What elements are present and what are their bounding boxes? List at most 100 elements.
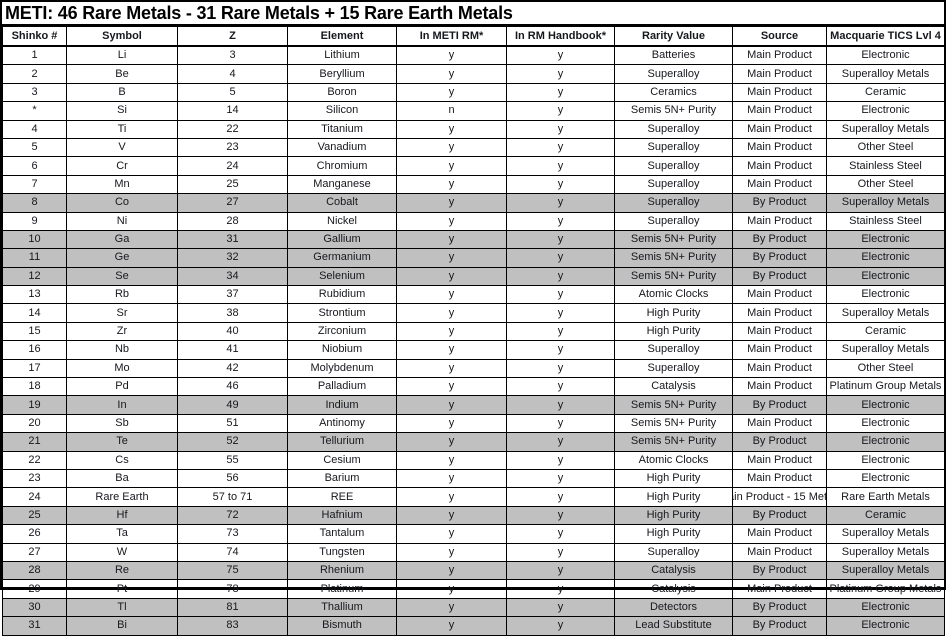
cell-in-meti-rm[interactable]: y [396, 413, 507, 434]
table-row[interactable]: * Si 14 Silicon n y Semis 5N+ Purity Main Produ… [2, 101, 945, 121]
table-row[interactable]: 21 Te 52 Tellurium y y Semis 5N+ Purity By Prod… [2, 432, 945, 452]
cell-source[interactable]: Main Product [732, 524, 827, 544]
cell-rarity-value[interactable]: Semis 5N+ Purity [614, 395, 733, 415]
cell-macquarie-tics[interactable]: Superalloy Metals [826, 560, 945, 581]
cell-element[interactable]: Platinum [287, 579, 397, 599]
table-row[interactable]: 15 Zr 40 Zirconium y y High Purity Main Product… [2, 321, 945, 342]
cell-rarity-value[interactable]: Catalysis [614, 560, 733, 581]
cell-in-meti-rm[interactable]: y [396, 616, 507, 636]
cell-in-rm-handbook[interactable]: y [506, 82, 615, 103]
cell-in-rm-handbook[interactable]: y [506, 211, 615, 231]
cell-macquarie-tics[interactable]: Electronic [826, 248, 945, 268]
table-row[interactable]: 7 Mn 25 Manganese y y Superalloy Main Product Ot… [2, 174, 945, 195]
cell-z[interactable]: 34 [177, 266, 288, 287]
cell-z[interactable]: 74 [177, 542, 288, 562]
cell-in-meti-rm[interactable]: y [396, 505, 507, 526]
cell-rarity-value[interactable]: Superalloy [614, 137, 733, 158]
cell-in-rm-handbook[interactable]: y [506, 468, 615, 489]
cell-element[interactable]: Palladium [287, 377, 397, 397]
cell-source[interactable]: Main Product - 15 Metals [732, 487, 827, 507]
cell-in-meti-rm[interactable]: y [396, 229, 507, 250]
column-header-source[interactable]: Source [732, 26, 827, 47]
cell-element[interactable]: Bismuth [287, 616, 397, 636]
cell-source[interactable]: Main Product [732, 468, 827, 489]
cell-source[interactable]: Main Product [732, 321, 827, 342]
cell-in-meti-rm[interactable]: y [396, 450, 507, 470]
cell-symbol[interactable]: V [66, 137, 178, 158]
cell-element[interactable]: Thallium [287, 597, 397, 618]
cell-source[interactable]: By Product [732, 616, 827, 636]
cell-rarity-value[interactable]: High Purity [614, 321, 733, 342]
cell-rarity-value[interactable]: High Purity [614, 468, 733, 489]
cell-macquarie-tics[interactable]: Other Steel [826, 174, 945, 195]
cell-element[interactable]: Titanium [287, 119, 397, 139]
cell-macquarie-tics[interactable]: Platinum Group Metals [826, 579, 945, 599]
cell-source[interactable]: Main Product [732, 119, 827, 139]
cell-shinko[interactable]: 22 [2, 450, 67, 470]
cell-in-meti-rm[interactable]: y [396, 248, 507, 268]
cell-symbol[interactable]: Bi [66, 616, 178, 636]
cell-in-rm-handbook[interactable]: y [506, 193, 615, 213]
cell-shinko[interactable]: 16 [2, 340, 67, 360]
cell-symbol[interactable]: Ni [66, 211, 178, 231]
cell-symbol[interactable]: Pt [66, 579, 178, 599]
cell-rarity-value[interactable]: Semis 5N+ Purity [614, 248, 733, 268]
cell-shinko[interactable]: 18 [2, 377, 67, 397]
cell-rarity-value[interactable]: Detectors [614, 597, 733, 618]
cell-rarity-value[interactable]: Superalloy [614, 211, 733, 231]
cell-source[interactable]: By Product [732, 266, 827, 287]
cell-in-meti-rm[interactable]: y [396, 487, 507, 507]
cell-in-rm-handbook[interactable]: y [506, 413, 615, 434]
cell-z[interactable]: 75 [177, 560, 288, 581]
cell-in-meti-rm[interactable]: y [396, 377, 507, 397]
cell-source[interactable]: Main Product [732, 82, 827, 103]
cell-shinko[interactable]: 9 [2, 211, 67, 231]
cell-element[interactable]: Tantalum [287, 524, 397, 544]
cell-in-rm-handbook[interactable]: y [506, 174, 615, 195]
cell-macquarie-tics[interactable]: Superalloy Metals [826, 193, 945, 213]
cell-in-meti-rm[interactable]: y [396, 266, 507, 287]
cell-in-rm-handbook[interactable]: y [506, 579, 615, 599]
cell-symbol[interactable]: Rb [66, 285, 178, 305]
cell-macquarie-tics[interactable]: Electronic [826, 597, 945, 618]
cell-z[interactable]: 28 [177, 211, 288, 231]
cell-symbol[interactable]: Pd [66, 377, 178, 397]
cell-macquarie-tics[interactable]: Superalloy Metals [826, 524, 945, 544]
cell-source[interactable]: By Product [732, 395, 827, 415]
cell-rarity-value[interactable]: Superalloy [614, 340, 733, 360]
cell-element[interactable]: Molybdenum [287, 358, 397, 379]
table-row[interactable]: 22 Cs 55 Cesium y y Atomic Clocks Main Product E… [2, 450, 945, 470]
table-row[interactable]: 20 Sb 51 Antinomy y y Semis 5N+ Purity Main Pro… [2, 413, 945, 434]
cell-element[interactable]: Niobium [287, 340, 397, 360]
table-row[interactable]: 27 W 74 Tungsten y y Superalloy Main Product Sup… [2, 542, 945, 562]
cell-rarity-value[interactable]: Superalloy [614, 358, 733, 379]
cell-element[interactable]: Vanadium [287, 137, 397, 158]
column-header-rarity-value[interactable]: Rarity Value [614, 26, 733, 47]
cell-in-meti-rm[interactable]: y [396, 303, 507, 323]
cell-symbol[interactable]: Rare Earth [66, 487, 178, 507]
cell-symbol[interactable]: Mo [66, 358, 178, 379]
cell-in-rm-handbook[interactable]: y [506, 137, 615, 158]
cell-macquarie-tics[interactable]: Superalloy Metals [826, 119, 945, 139]
cell-macquarie-tics[interactable]: Electronic [826, 616, 945, 636]
cell-z[interactable]: 14 [177, 101, 288, 121]
cell-z[interactable]: 40 [177, 321, 288, 342]
table-row[interactable]: 14 Sr 38 Strontium y y High Purity Main Product… [2, 303, 945, 323]
cell-macquarie-tics[interactable]: Electronic [826, 432, 945, 452]
cell-macquarie-tics[interactable]: Superalloy Metals [826, 542, 945, 562]
table-row[interactable]: 24Rare Earth57 to 71REEyyHigh PurityMain… [2, 487, 945, 507]
cell-symbol[interactable]: Ba [66, 468, 178, 489]
table-row[interactable]: 6 Cr 24 Chromium y y Superalloy Main Product Sta… [2, 156, 945, 176]
cell-symbol[interactable]: Be [66, 64, 178, 84]
cell-source[interactable]: Main Product [732, 450, 827, 470]
cell-macquarie-tics[interactable]: Rare Earth Metals [826, 487, 945, 507]
cell-in-rm-handbook[interactable]: y [506, 395, 615, 415]
cell-in-rm-handbook[interactable]: y [506, 505, 615, 526]
cell-rarity-value[interactable]: Semis 5N+ Purity [614, 413, 733, 434]
cell-macquarie-tics[interactable]: Electronic [826, 101, 945, 121]
cell-in-rm-handbook[interactable]: y [506, 156, 615, 176]
cell-rarity-value[interactable]: Superalloy [614, 64, 733, 84]
cell-source[interactable]: Main Product [732, 358, 827, 379]
cell-z[interactable]: 52 [177, 432, 288, 452]
cell-rarity-value[interactable]: Superalloy [614, 119, 733, 139]
